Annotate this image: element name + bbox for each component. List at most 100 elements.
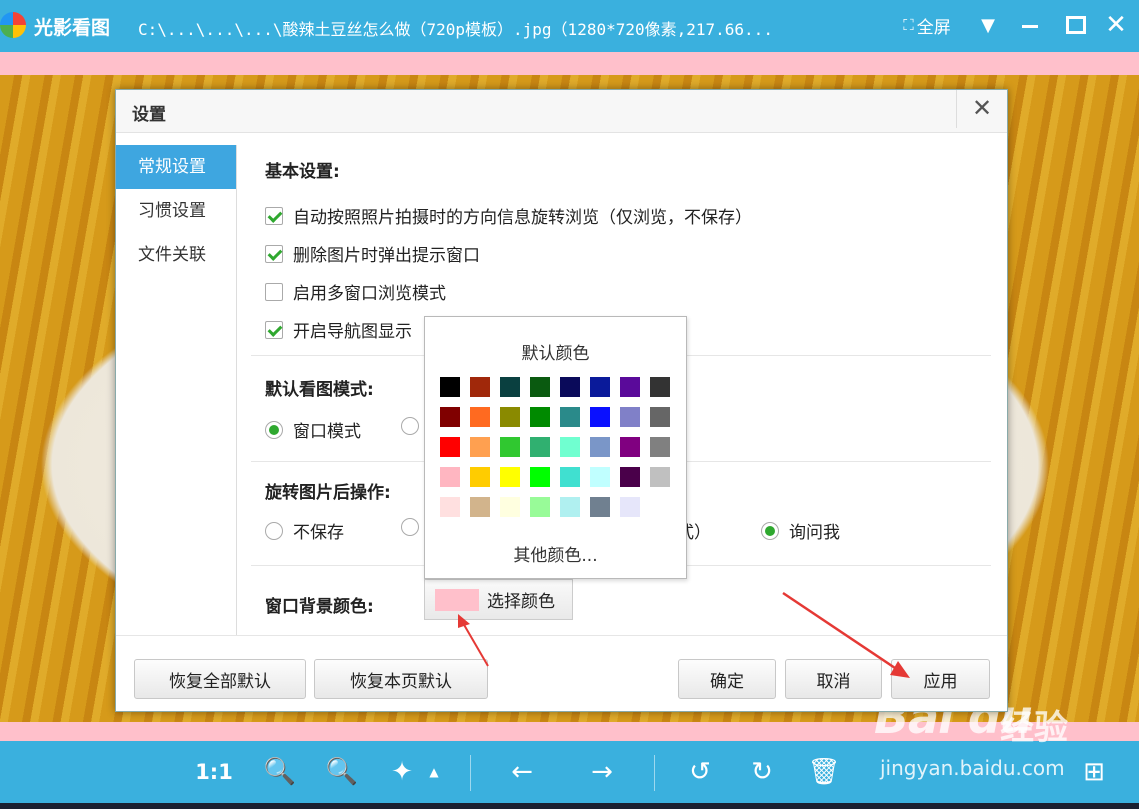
window-close-button[interactable]: ✕ xyxy=(1102,8,1130,42)
menu-button[interactable]: ▼ xyxy=(976,8,1000,42)
color-swatch[interactable] xyxy=(590,497,610,517)
color-swatch[interactable] xyxy=(620,467,640,487)
color-swatch[interactable] xyxy=(590,467,610,487)
ok-button[interactable]: 确定 xyxy=(678,659,776,699)
radio-button[interactable] xyxy=(265,521,283,540)
menu-icon: ▼ xyxy=(981,14,995,36)
radio-button[interactable] xyxy=(761,521,779,540)
color-swatch[interactable] xyxy=(530,437,550,457)
radio-button[interactable] xyxy=(401,417,419,435)
color-swatch-grid xyxy=(440,377,670,517)
maximize-icon xyxy=(1066,16,1086,34)
color-swatch[interactable] xyxy=(470,407,490,427)
more-colors-link[interactable]: 其他颜色... xyxy=(425,541,686,566)
nav-item-general[interactable]: 常规设置 xyxy=(116,145,236,189)
color-swatch[interactable] xyxy=(470,377,490,397)
checkbox[interactable] xyxy=(265,282,283,301)
color-swatch[interactable] xyxy=(620,497,640,517)
minimize-icon xyxy=(1022,24,1038,28)
option-navigation-map[interactable]: 开启导航图显示 xyxy=(265,317,412,342)
minimize-button[interactable] xyxy=(1016,8,1044,42)
color-swatch[interactable] xyxy=(620,377,640,397)
checkbox[interactable] xyxy=(265,320,283,339)
radio-no-save[interactable]: 不保存 xyxy=(265,518,344,543)
delete-icon[interactable]: 🗑 xyxy=(804,755,844,789)
color-swatch[interactable] xyxy=(500,437,520,457)
file-path: C:\...\...\...\酸辣土豆丝怎么做（720p模板）.jpg（1280… xyxy=(138,20,773,39)
caret-up-icon[interactable]: ▲ xyxy=(424,755,444,789)
footer-divider xyxy=(116,635,1007,636)
color-swatch[interactable] xyxy=(440,407,460,427)
color-swatch[interactable] xyxy=(470,437,490,457)
color-swatch[interactable] xyxy=(620,407,640,427)
restore-all-defaults-button[interactable]: 恢复全部默认 xyxy=(134,659,306,699)
color-swatch[interactable] xyxy=(620,437,640,457)
option-label: 删除图片时弹出提示窗口 xyxy=(293,246,480,266)
color-swatch[interactable] xyxy=(530,377,550,397)
color-swatch[interactable] xyxy=(650,407,670,427)
color-swatch[interactable] xyxy=(500,407,520,427)
color-swatch[interactable] xyxy=(530,407,550,427)
color-swatch[interactable] xyxy=(440,437,460,457)
radio-button[interactable] xyxy=(401,518,419,536)
option-delete-prompt[interactable]: 删除图片时弹出提示窗口 xyxy=(265,241,480,266)
settings-nav: 常规设置 习惯设置 文件关联 xyxy=(116,145,237,635)
color-swatch[interactable] xyxy=(560,497,580,517)
color-swatch[interactable] xyxy=(470,467,490,487)
color-swatch[interactable] xyxy=(530,497,550,517)
color-swatch[interactable] xyxy=(530,467,550,487)
color-swatch[interactable] xyxy=(560,437,580,457)
option-label: 开启导航图显示 xyxy=(293,322,412,342)
next-image-icon[interactable]: → xyxy=(582,755,622,789)
option-multi-window[interactable]: 启用多窗口浏览模式 xyxy=(265,279,446,304)
window-background-top xyxy=(0,52,1139,75)
option-auto-rotate[interactable]: 自动按照照片拍摄时的方向信息旋转浏览（仅浏览，不保存） xyxy=(265,203,752,228)
zoom-in-icon[interactable]: 🔍 xyxy=(260,755,300,789)
color-swatch[interactable] xyxy=(590,437,610,457)
color-swatch[interactable] xyxy=(560,377,580,397)
radio-button[interactable] xyxy=(265,420,283,439)
color-swatch[interactable] xyxy=(560,407,580,427)
color-swatch[interactable] xyxy=(440,497,460,517)
nav-item-habits[interactable]: 习惯设置 xyxy=(116,189,236,233)
color-swatch[interactable] xyxy=(500,377,520,397)
color-swatch[interactable] xyxy=(650,467,670,487)
restore-page-defaults-button[interactable]: 恢复本页默认 xyxy=(314,659,488,699)
color-swatch[interactable] xyxy=(470,497,490,517)
previous-image-icon[interactable]: ← xyxy=(502,755,542,789)
color-swatch[interactable] xyxy=(650,377,670,397)
color-swatch[interactable] xyxy=(590,377,610,397)
color-swatch[interactable] xyxy=(500,467,520,487)
color-swatch[interactable] xyxy=(650,437,670,457)
actual-size-button[interactable]: 1:1 xyxy=(194,755,234,789)
dialog-close-button[interactable]: ✕ xyxy=(956,90,1007,128)
checkbox[interactable] xyxy=(265,206,283,225)
grid-view-icon[interactable]: ⊞ xyxy=(1074,755,1114,789)
choose-color-button[interactable]: 选择颜色 xyxy=(424,579,573,620)
radio-window-mode[interactable]: 窗口模式 xyxy=(265,417,361,442)
apply-button[interactable]: 应用 xyxy=(891,659,990,699)
title-bar: 光影看图 C:\...\...\...\酸辣土豆丝怎么做（720p模板）.jpg… xyxy=(0,0,1139,52)
zoom-out-icon[interactable]: 🔍 xyxy=(322,755,362,789)
toolbar-separator xyxy=(654,755,655,791)
rotate-left-icon[interactable]: ↺ xyxy=(680,755,720,789)
fullscreen-button[interactable]: ⛶ 全屏 xyxy=(896,8,958,42)
color-swatch[interactable] xyxy=(590,407,610,427)
close-icon: ✕ xyxy=(971,94,993,122)
color-swatch[interactable] xyxy=(500,497,520,517)
color-swatch[interactable] xyxy=(560,467,580,487)
cancel-button[interactable]: 取消 xyxy=(785,659,882,699)
dialog-title: 设置 xyxy=(132,105,166,125)
watermark-url: jingyan.baidu.com xyxy=(880,756,1065,780)
default-colors-title: 默认颜色 xyxy=(521,344,590,364)
rotate-right-icon[interactable]: ↻ xyxy=(742,755,782,789)
view-mode-title: 默认看图模式: xyxy=(265,380,374,400)
checkbox[interactable] xyxy=(265,244,283,263)
maximize-button[interactable] xyxy=(1062,8,1090,42)
option-label: 自动按照照片拍摄时的方向信息旋转浏览（仅浏览，不保存） xyxy=(293,208,752,228)
color-swatch[interactable] xyxy=(440,377,460,397)
color-swatch[interactable] xyxy=(440,467,460,487)
magic-wand-icon[interactable]: ✦ xyxy=(382,755,422,789)
nav-item-file-association[interactable]: 文件关联 xyxy=(116,233,236,277)
radio-ask-me[interactable]: 询问我 xyxy=(761,518,840,543)
